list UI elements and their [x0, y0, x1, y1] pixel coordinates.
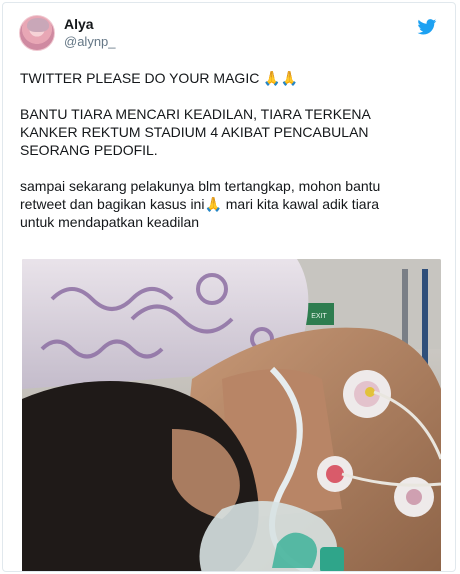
twitter-bird-icon[interactable] — [417, 19, 437, 35]
avatar[interactable] — [19, 15, 55, 51]
tweet-paragraph-2: BANTU TIARA MENCARI KEADILAN, TIARA TERK… — [20, 106, 371, 158]
photo-illustration: EXIT — [22, 259, 441, 571]
tweet-photo[interactable]: EXIT — [22, 259, 441, 571]
tweet-paragraph-1: TWITTER PLEASE DO YOUR MAGIC 🙏🙏 — [20, 70, 299, 86]
tweet-text: TWITTER PLEASE DO YOUR MAGIC 🙏🙏 BANTU TI… — [20, 69, 445, 249]
tweet-card: Alya @alynp_ TWITTER PLEASE DO YOUR MAGI… — [2, 2, 456, 572]
exit-sign-text: EXIT — [311, 313, 327, 320]
author-display-name[interactable]: Alya — [64, 16, 94, 32]
author-handle[interactable]: @alynp_ — [64, 34, 116, 49]
tweet-paragraph-3: sampai sekarang pelakunya blm tertangkap… — [20, 178, 381, 230]
tweet-header: Alya @alynp_ — [19, 15, 443, 59]
